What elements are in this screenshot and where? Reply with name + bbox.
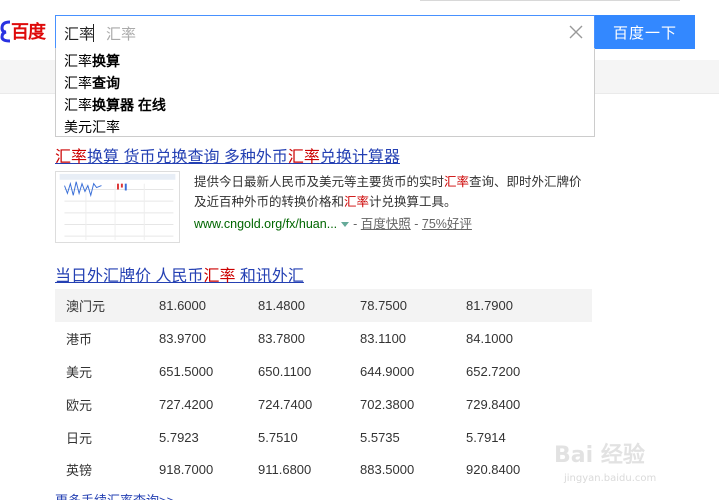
baidu-logo[interactable]: 百度 <box>0 16 46 46</box>
paw-icon <box>0 20 10 43</box>
suggestion-dropdown: 汇率换算 汇率查询 汇率换算器 在线 美元汇率 <box>55 48 595 137</box>
abstract-text: 计兑换算工具。 <box>369 195 457 209</box>
table-row: 英镑 918.7000 911.6800 883.5000 920.8400 <box>55 453 592 486</box>
snapshot-link[interactable]: 百度快照 <box>361 217 411 231</box>
suggestion-item[interactable]: 汇率换算器 在线 <box>56 94 594 116</box>
suggestion-prefix: 汇率 <box>64 53 92 69</box>
keyword-highlight: 汇率 <box>444 175 470 189</box>
separator: - <box>410 217 422 231</box>
result-title-link[interactable]: 当日外汇牌价 人民币汇率 和讯外汇 <box>55 262 615 286</box>
rate-cell: 724.7400 <box>258 396 313 412</box>
rate-cell: 81.6000 <box>148 289 247 322</box>
title-text: 换算 货币兑换查询 多种外币 <box>87 149 288 166</box>
rate-cell: 883.5000 <box>360 462 415 478</box>
suggestion-item[interactable]: 美元汇率 <box>56 116 594 138</box>
rate-cell: 918.7000 <box>159 462 214 478</box>
search-button[interactable]: 百度一下 <box>595 15 695 49</box>
top-divider <box>420 0 680 1</box>
search-input[interactable]: 汇率 汇率 <box>55 15 595 49</box>
rate-cell: 911.6800 <box>258 462 312 478</box>
rate-cell: 644.9000 <box>360 363 415 379</box>
suggestion-prefix: 美元汇率 <box>64 119 120 135</box>
result-abstract: 提供今日最新人民币及美元等主要货币的实时汇率查询、即时外汇牌价及近百种外币的转换… <box>194 172 589 212</box>
keyword-highlight: 汇率 <box>55 149 88 166</box>
currency-name: 英镑 <box>66 463 93 479</box>
rate-cell: 81.4800 <box>247 289 349 322</box>
watermark: Bai 经验 jingyan.baidu.com <box>548 437 708 493</box>
search-result-1: 汇率换算 货币兑换查询 多种外币汇率兑换计算器 提供今日最新人民币及美元等主要货… <box>55 143 615 243</box>
exchange-rate-table: 澳门元 81.6000 81.4800 78.7500 81.7900 港币 8… <box>55 289 592 486</box>
rate-cell: 83.1100 <box>360 330 407 346</box>
rate-cell: 81.7900 <box>455 289 592 322</box>
suggestion-bold: 查询 <box>92 75 120 91</box>
text-caret <box>93 24 94 42</box>
rate-cell: 729.8400 <box>466 396 521 412</box>
table-row: 日元 5.7923 5.7510 5.5735 5.7914 <box>55 421 592 454</box>
suggestion-bold: 换算器 在线 <box>92 97 166 113</box>
search-input-value: 汇率 <box>64 26 95 43</box>
currency-name: 澳门元 <box>55 289 148 322</box>
rate-cell: 5.7923 <box>159 429 199 445</box>
title-text: 和讯外汇 <box>235 268 304 285</box>
currency-name: 日元 <box>66 430 93 446</box>
table-row: 欧元 727.4200 724.7400 702.3800 729.8400 <box>55 388 592 421</box>
result-thumbnail[interactable] <box>55 171 180 243</box>
rate-cell: 650.1100 <box>258 363 312 379</box>
separator: - <box>353 217 361 231</box>
rate-cell: 651.5000 <box>159 363 214 379</box>
keyword-highlight: 汇率 <box>203 268 236 285</box>
rate-cell: 83.7800 <box>258 330 305 346</box>
logo-text: 百度 <box>11 22 46 43</box>
watermark-url: jingyan.baidu.com <box>564 473 657 484</box>
suggestion-prefix: 汇率 <box>64 97 92 113</box>
currency-name: 美元 <box>66 364 93 380</box>
suggestion-item[interactable]: 汇率换算 <box>56 50 594 72</box>
search-result-2: 当日外汇牌价 人民币汇率 和讯外汇 <box>55 262 615 286</box>
currency-name: 港币 <box>66 331 93 347</box>
rate-cell: 84.1000 <box>466 330 513 346</box>
rate-cell: 83.9700 <box>159 330 206 346</box>
rate-cell: 727.4200 <box>159 396 214 412</box>
rate-cell: 5.7510 <box>258 429 298 445</box>
keyword-highlight: 汇率 <box>344 195 370 209</box>
suggestion-item[interactable]: 汇率查询 <box>56 72 594 94</box>
table-row: 澳门元 81.6000 81.4800 78.7500 81.7900 <box>55 289 592 322</box>
title-text: 兑换计算器 <box>319 149 400 166</box>
suggestion-prefix: 汇率 <box>64 75 92 91</box>
result-url[interactable]: www.cngold.org/fx/huan... <box>194 217 337 231</box>
rating-link[interactable]: 75%好评 <box>422 217 472 231</box>
chevron-down-icon[interactable] <box>341 221 350 227</box>
rate-cell: 652.7200 <box>466 363 521 379</box>
table-row: 港币 83.9700 83.7800 83.1100 84.1000 <box>55 322 592 355</box>
watermark-text: Bai 经验 <box>554 443 645 468</box>
rate-cell: 5.5735 <box>360 429 400 445</box>
result-url-line: www.cngold.org/fx/huan... - 百度快照 - 75%好评 <box>194 213 472 232</box>
more-rates-link[interactable]: 更多手续汇率查询>> <box>55 490 174 500</box>
clear-icon[interactable] <box>566 22 586 42</box>
currency-name: 欧元 <box>66 397 93 413</box>
rate-cell: 78.7500 <box>349 289 455 322</box>
search-ghost-text: 汇率 <box>106 26 137 43</box>
suggestion-bold: 换算 <box>92 53 120 69</box>
title-text: 当日外汇牌价 人民币 <box>55 268 204 285</box>
rate-cell: 702.3800 <box>360 396 415 412</box>
table-row: 美元 651.5000 650.1100 644.9000 652.7200 <box>55 355 592 388</box>
result-title-link[interactable]: 汇率换算 货币兑换查询 多种外币汇率兑换计算器 <box>55 143 615 167</box>
keyword-highlight: 汇率 <box>287 149 320 166</box>
abstract-text: 提供今日最新人民币及美元等主要货币的实时 <box>194 175 445 189</box>
